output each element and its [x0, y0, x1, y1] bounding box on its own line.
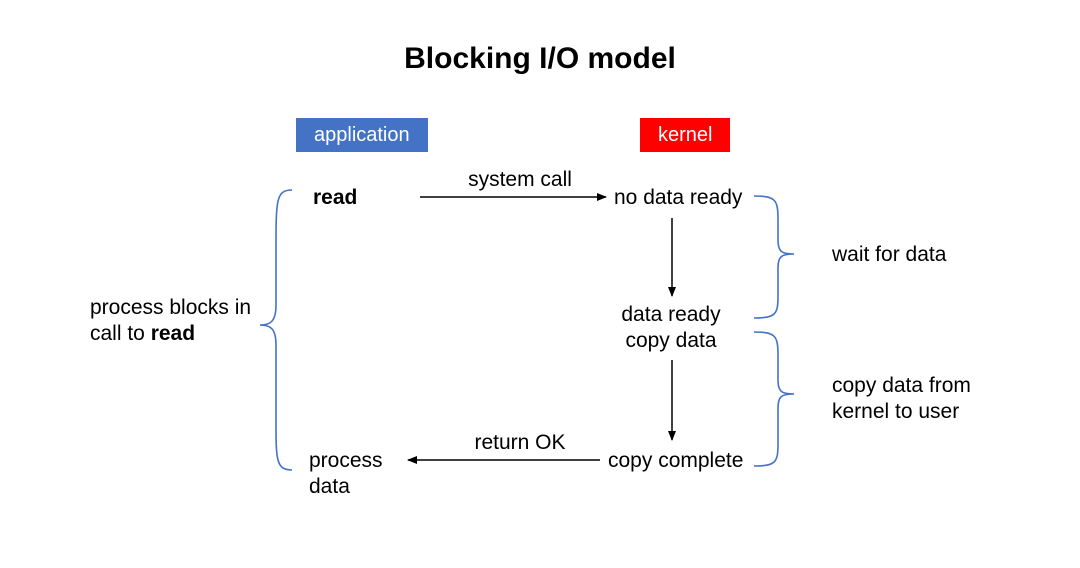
right-wait-for-data: wait for data — [832, 242, 946, 268]
right-copy-line1: copy data from — [832, 374, 971, 397]
svg-overlay — [0, 0, 1080, 568]
app-read-label: read — [313, 185, 357, 211]
app-process-data-label: process data — [309, 448, 383, 501]
left-annotation-line1: process blocks in — [90, 296, 251, 319]
kernel-copy-complete: copy complete — [608, 448, 743, 474]
kernel-copy-data: copy data — [625, 329, 716, 352]
application-badge: application — [296, 118, 428, 152]
kernel-data-ready-block: data ready copy data — [606, 302, 736, 355]
brace-left — [260, 190, 292, 470]
kernel-no-data-ready: no data ready — [614, 185, 742, 211]
app-process-data-line2: data — [309, 475, 350, 498]
right-copy-annotation: copy data from kernel to user — [832, 373, 971, 426]
kernel-badge: kernel — [640, 118, 730, 152]
kernel-data-ready: data ready — [621, 303, 720, 326]
left-annotation-line2-bold: read — [151, 322, 195, 345]
brace-right-wait — [754, 196, 794, 318]
left-annotation: process blocks in call to read — [90, 295, 251, 348]
diagram-title: Blocking I/O model — [0, 42, 1080, 76]
diagram-stage: Blocking I/O model application kernel pr… — [0, 0, 1080, 568]
system-call-label: system call — [440, 167, 600, 193]
left-annotation-line2-prefix: call to — [90, 322, 151, 345]
app-process-data-line1: process — [309, 449, 383, 472]
right-copy-line2: kernel to user — [832, 400, 959, 423]
return-ok-label: return OK — [440, 430, 600, 456]
brace-right-copy — [754, 332, 794, 466]
